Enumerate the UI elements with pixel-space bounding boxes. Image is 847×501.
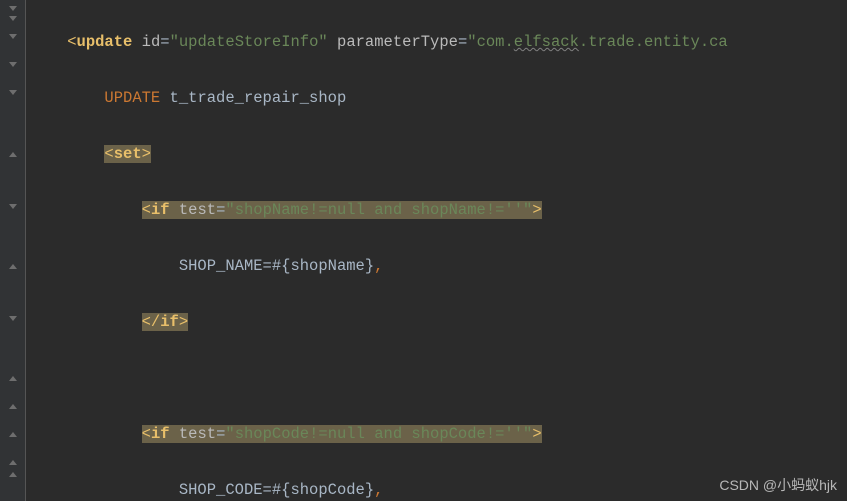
code-line[interactable]	[26, 364, 847, 392]
watermark-text: CSDN @小蚂蚁hjk	[719, 475, 837, 495]
code-line[interactable]: <if test="shopName!=null and shopName!='…	[26, 196, 847, 224]
editor-gutter	[0, 0, 26, 501]
fold-icon[interactable]	[0, 6, 26, 14]
fold-icon[interactable]	[0, 404, 26, 412]
fold-icon[interactable]	[0, 460, 26, 468]
code-line[interactable]: <update id="updateStoreInfo" parameterTy…	[26, 28, 847, 56]
fold-icon[interactable]	[0, 376, 26, 384]
code-editor[interactable]: <update id="updateStoreInfo" parameterTy…	[0, 0, 847, 501]
fold-icon[interactable]	[0, 152, 26, 160]
fold-icon[interactable]	[0, 204, 26, 212]
code-line[interactable]: SHOP_NAME=#{shopName},	[26, 252, 847, 280]
fold-icon[interactable]	[0, 264, 26, 272]
fold-icon[interactable]	[0, 62, 26, 70]
code-line[interactable]: </if>	[26, 308, 847, 336]
code-line[interactable]: <set>	[26, 140, 847, 168]
code-line[interactable]: UPDATE t_trade_repair_shop	[26, 84, 847, 112]
fold-icon[interactable]	[0, 16, 26, 24]
code-text-area[interactable]: <update id="updateStoreInfo" parameterTy…	[26, 0, 847, 501]
fold-icon[interactable]	[0, 472, 26, 480]
fold-icon[interactable]	[0, 432, 26, 440]
fold-icon[interactable]	[0, 316, 26, 324]
code-line[interactable]: <if test="shopCode!=null and shopCode!='…	[26, 420, 847, 448]
fold-icon[interactable]	[0, 90, 26, 98]
fold-icon[interactable]	[0, 34, 26, 42]
